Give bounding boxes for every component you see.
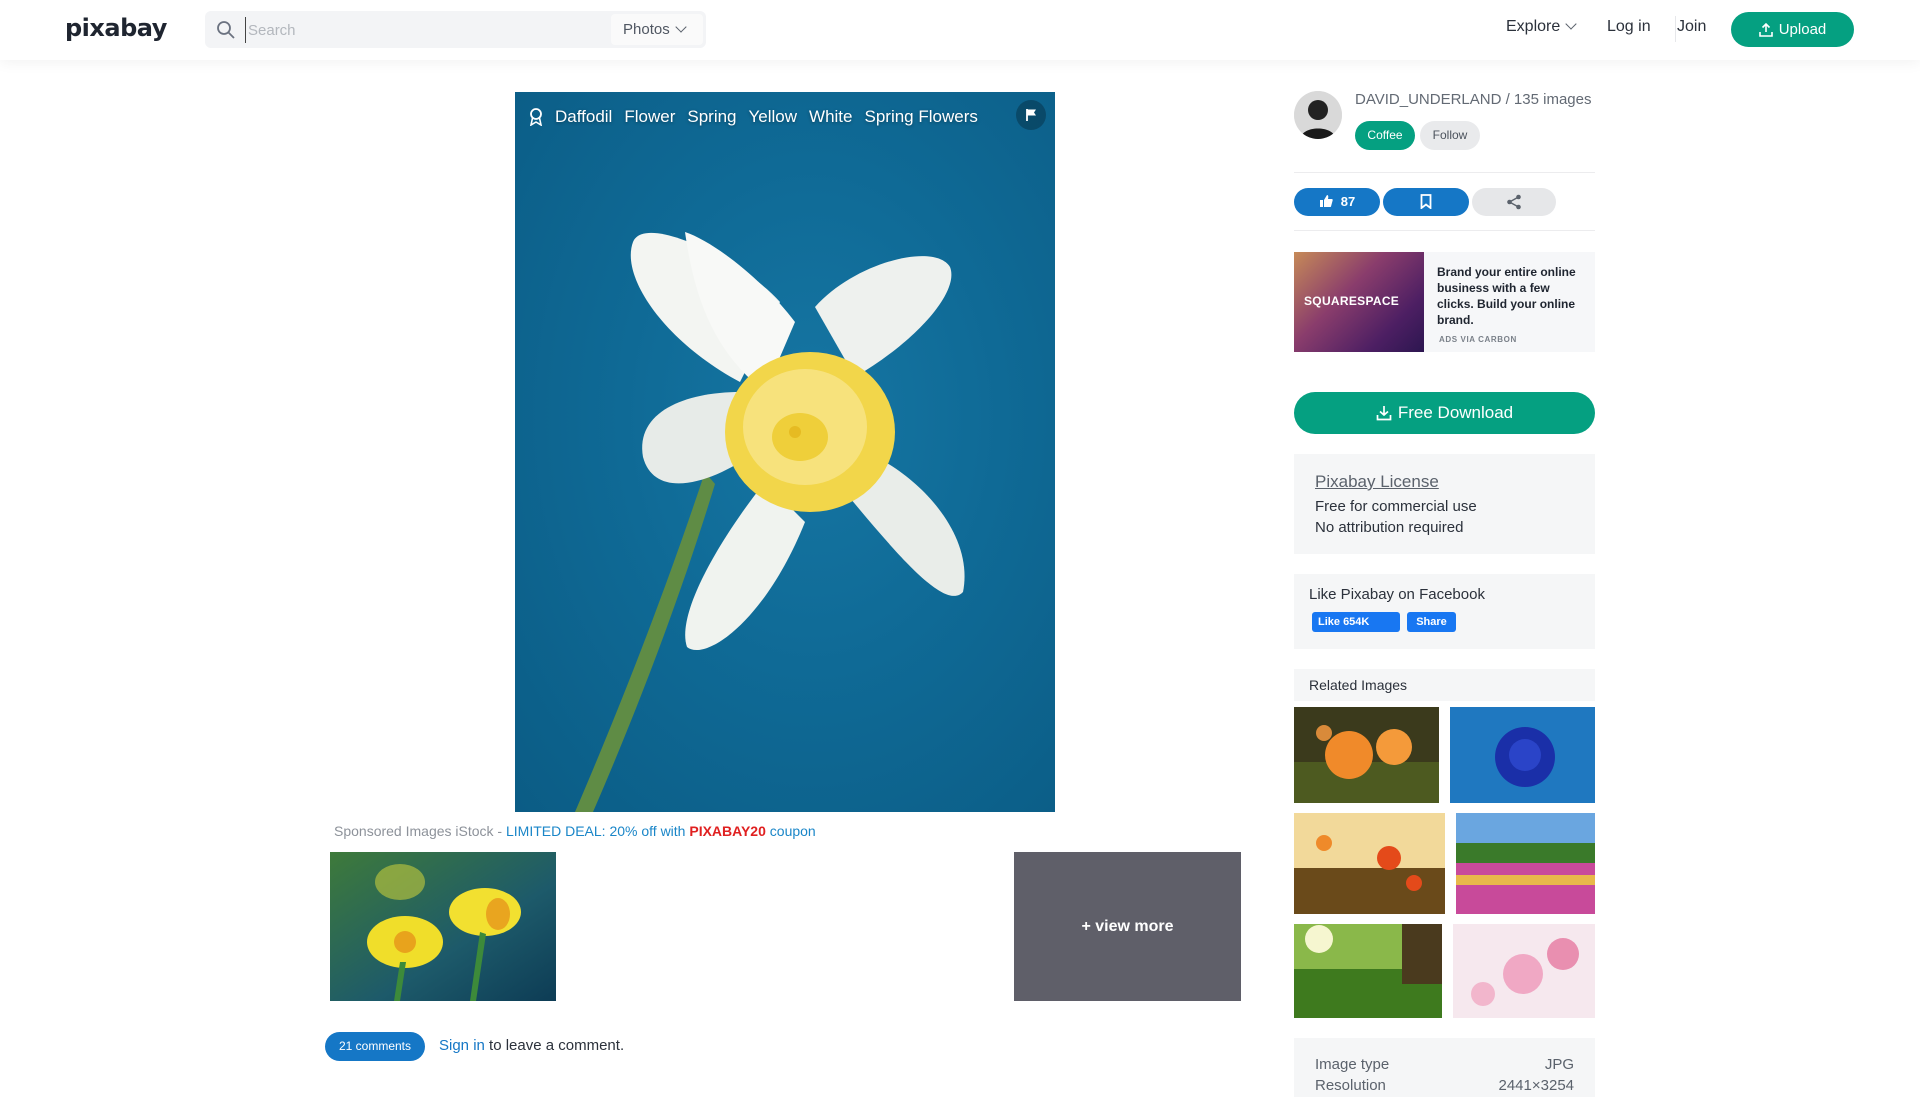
ad-text: Brand your entire online business with a…	[1437, 265, 1576, 327]
main-photo[interactable]: Daffodil Flower Spring Yellow White Spri…	[515, 92, 1055, 812]
daffodil-photo	[575, 232, 965, 812]
ad-image: SQUARESPACE	[1294, 252, 1424, 352]
like-count: 87	[1340, 194, 1356, 209]
sign-in-link[interactable]: Sign in	[439, 1037, 485, 1054]
coupon-code[interactable]: PIXABAY20	[689, 823, 766, 839]
related-image[interactable]	[1294, 707, 1439, 803]
download-icon	[1376, 406, 1392, 421]
carbon-ad[interactable]: SQUARESPACE Brand your entire online bus…	[1294, 252, 1595, 352]
author-info[interactable]: DAVID_UNDERLAND / 135 images	[1355, 91, 1591, 108]
related-image[interactable]	[1450, 707, 1595, 803]
pixabay-logo[interactable]: pixabay	[65, 14, 167, 42]
tag-link[interactable]: Flower	[624, 107, 675, 127]
free-download-button[interactable]: Free Download	[1294, 392, 1595, 434]
related-images-heading: Related Images	[1294, 669, 1595, 701]
tag-link[interactable]: Daffodil	[555, 107, 612, 127]
download-label: Free Download	[1397, 403, 1514, 422]
share-icon	[1507, 194, 1521, 210]
join-link[interactable]: Join	[1677, 18, 1706, 36]
daffodils-thumbnail	[330, 852, 556, 1001]
search-icon	[217, 21, 235, 39]
flag-icon	[1026, 109, 1036, 121]
meta-key: Resolution	[1315, 1077, 1386, 1094]
meadow-thumbnail	[1294, 924, 1442, 1018]
facebook-share-button[interactable]: Share	[1407, 612, 1456, 632]
chevron-down-icon	[675, 21, 687, 33]
user-avatar-image	[1294, 91, 1342, 139]
login-link[interactable]: Log in	[1607, 18, 1651, 36]
poppies-thumbnail	[1294, 813, 1445, 914]
sponsored-prefix: Sponsored Images iStock -	[334, 823, 506, 839]
view-more-button[interactable]: + view more	[1014, 852, 1241, 1001]
facebook-like-button[interactable]: Like 654K	[1312, 612, 1400, 632]
coupon-suffix[interactable]: coupon	[766, 823, 816, 839]
cherry-blossom-thumbnail	[1453, 924, 1595, 1018]
meta-key: Image type	[1315, 1056, 1390, 1073]
related-image[interactable]	[1294, 924, 1442, 1018]
comment-prompt-text: to leave a comment.	[484, 1037, 625, 1054]
upload-label: Upload	[1778, 21, 1827, 38]
coffee-button[interactable]: Coffee	[1355, 121, 1415, 150]
media-type-dropdown[interactable]: Photos	[611, 14, 703, 45]
sponsored-line: Sponsored Images iStock - LIMITED DEAL: …	[334, 823, 816, 839]
search-input[interactable]	[245, 17, 605, 43]
facebook-like-label: Like 654K	[1318, 616, 1370, 628]
license-link[interactable]: Pixabay License	[1315, 472, 1439, 492]
image-details: Image type JPG Resolution 2441×3254	[1294, 1038, 1595, 1097]
tag-link[interactable]: White	[809, 107, 852, 127]
orange-rose-thumbnail	[1294, 707, 1439, 803]
explore-menu[interactable]: Explore	[1506, 18, 1577, 36]
report-button[interactable]	[1016, 100, 1046, 130]
comment-prompt: Sign in to leave a comment.	[439, 1037, 624, 1054]
comments-count-button[interactable]: 21 comments	[325, 1032, 425, 1061]
blue-rose-thumbnail	[1450, 707, 1595, 803]
deal-link[interactable]: LIMITED DEAL: 20% off with	[506, 823, 689, 839]
tag-link[interactable]: Yellow	[749, 107, 798, 127]
facebook-box: Like Pixabay on Facebook Like 654K Share	[1294, 574, 1595, 649]
related-image[interactable]	[1453, 924, 1595, 1018]
share-button[interactable]	[1472, 188, 1556, 216]
award-icon	[529, 108, 543, 126]
meta-value: JPG	[1544, 1056, 1574, 1073]
ad-brand: SQUARESPACE	[1304, 294, 1400, 308]
tag-list: Daffodil Flower Spring Yellow White Spri…	[529, 104, 978, 130]
license-line-2: No attribution required	[1315, 519, 1464, 536]
chevron-down-icon	[1565, 18, 1577, 30]
license-line-1: Free for commercial use	[1315, 498, 1477, 515]
facebook-title: Like Pixabay on Facebook	[1309, 586, 1485, 603]
tag-link[interactable]: Spring	[687, 107, 736, 127]
upload-icon	[1758, 22, 1773, 37]
top-header: pixabay Photos Explore Log in Join Uploa…	[0, 0, 1920, 60]
meta-value: 2441×3254	[1498, 1077, 1575, 1094]
bookmark-icon	[1420, 194, 1432, 210]
divider	[1294, 230, 1595, 231]
tag-link[interactable]: Spring Flowers	[865, 107, 978, 127]
save-button[interactable]	[1383, 188, 1469, 216]
license-box: Pixabay License Free for commercial use …	[1294, 454, 1595, 554]
thumbs-up-icon	[1319, 195, 1333, 207]
related-image[interactable]	[1294, 813, 1445, 914]
upload-button[interactable]: Upload	[1731, 12, 1854, 47]
explore-label: Explore	[1506, 18, 1561, 35]
flower-field-thumbnail	[1456, 813, 1595, 914]
follow-button[interactable]: Follow	[1420, 121, 1480, 150]
divider	[1294, 172, 1595, 173]
media-type-label: Photos	[623, 21, 670, 38]
like-button[interactable]: 87	[1294, 188, 1380, 216]
avatar[interactable]	[1294, 91, 1342, 139]
nav-divider	[1675, 16, 1676, 42]
ad-via-label[interactable]: ADS VIA CARBON	[1439, 335, 1517, 344]
search-bar[interactable]: Photos	[205, 11, 706, 48]
related-image[interactable]	[1456, 813, 1595, 914]
sponsored-image[interactable]	[330, 852, 556, 1001]
